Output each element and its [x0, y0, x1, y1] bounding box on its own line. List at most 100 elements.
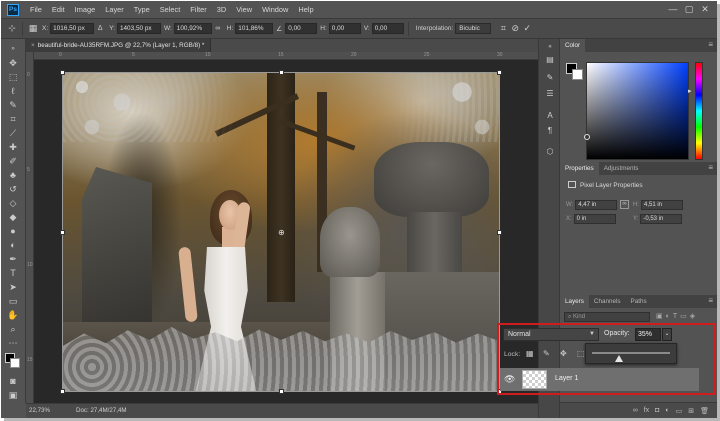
prop-height-input[interactable]: 4,51 in — [641, 200, 683, 210]
height-input[interactable]: 101,86% — [235, 23, 274, 34]
character-panel-icon[interactable]: A — [544, 109, 556, 121]
layer-filter-kind[interactable]: ⌕ Kind — [564, 312, 650, 322]
menu-layer[interactable]: Layer — [100, 5, 129, 14]
menu-image[interactable]: Image — [70, 5, 101, 14]
document-tab[interactable]: × beautiful-bride-AU35RFM.JPG @ 22,7% (La… — [26, 39, 211, 52]
close-button[interactable]: ✕ — [697, 3, 713, 15]
zoom-level[interactable]: 22,73% — [29, 404, 50, 418]
prop-y-input[interactable]: -0,53 in — [640, 214, 683, 224]
new-group-icon[interactable]: ▭ — [676, 407, 683, 415]
history-brush-tool-icon[interactable]: ↺ — [6, 183, 20, 195]
path-selection-tool-icon[interactable]: ➤ — [6, 281, 20, 293]
panel-menu-icon[interactable]: ≡ — [708, 162, 713, 174]
vertical-skew-input[interactable]: 0,00 — [371, 23, 404, 34]
link-dimensions-icon[interactable]: ∞ — [620, 200, 629, 209]
panel-menu-icon[interactable]: ≡ — [708, 39, 713, 51]
transform-handle[interactable] — [60, 389, 65, 394]
eraser-tool-icon[interactable]: ◇ — [6, 197, 20, 209]
transform-handle[interactable] — [60, 230, 65, 235]
strip-collapse-icon[interactable]: « — [544, 41, 556, 53]
shape-tool-icon[interactable]: ▭ — [6, 295, 20, 307]
eyedropper-tool-icon[interactable]: ⟋ — [6, 127, 20, 139]
commit-transform-icon[interactable]: ✓ — [521, 23, 533, 35]
toolbar-collapse-icon[interactable]: » — [6, 43, 20, 55]
background-color-swatch[interactable] — [572, 69, 583, 80]
type-tool-icon[interactable]: T — [6, 267, 20, 279]
tab-paths[interactable]: Paths — [626, 295, 652, 308]
color-picker-field[interactable] — [584, 62, 689, 160]
close-document-icon[interactable]: × — [31, 42, 35, 49]
pen-tool-icon[interactable]: ✒ — [6, 253, 20, 265]
zoom-tool-icon[interactable]: ⌕ — [6, 323, 20, 335]
document-size[interactable]: Doc: 27,4M/27,4M — [76, 404, 127, 418]
crop-tool-icon[interactable]: ⌗ — [6, 113, 20, 125]
prop-x-input[interactable]: 0 in — [573, 214, 616, 224]
x-position-input[interactable]: 1016,50 px — [50, 23, 95, 34]
color-panel-swatches[interactable] — [566, 63, 584, 81]
dodge-tool-icon[interactable]: ◐ — [6, 239, 20, 251]
add-mask-icon[interactable]: ◘ — [655, 407, 659, 414]
menu-filter[interactable]: Filter — [185, 5, 211, 14]
3d-panel-icon[interactable]: ⬡ — [544, 145, 556, 157]
menu-3d[interactable]: 3D — [212, 5, 231, 14]
cancel-transform-icon[interactable]: ⊘ — [509, 23, 521, 35]
quick-mask-icon[interactable]: ◙ — [6, 375, 20, 387]
panel-menu-icon[interactable]: ≡ — [708, 295, 713, 307]
quick-selection-tool-icon[interactable]: ✎ — [6, 99, 20, 111]
link-icon[interactable]: ∞ — [212, 23, 224, 35]
warp-icon[interactable]: ⌗ — [497, 23, 509, 35]
y-position-input[interactable]: 1403,50 px — [116, 23, 161, 34]
background-color-swatch[interactable] — [10, 358, 20, 368]
menu-window[interactable]: Window — [257, 5, 293, 14]
hand-tool-icon[interactable]: ✋ — [6, 309, 20, 321]
clone-stamp-tool-icon[interactable]: ♣ — [6, 169, 20, 181]
angle-input[interactable]: 0,00 — [285, 23, 318, 34]
brush-tool-icon[interactable]: ✐ — [6, 155, 20, 167]
paragraph-panel-icon[interactable]: ¶ — [544, 124, 556, 136]
history-panel-icon[interactable]: ▤ — [544, 53, 556, 65]
tab-color[interactable]: Color — [560, 39, 586, 52]
transform-tool-icon[interactable]: ⊹ — [6, 23, 18, 35]
width-input[interactable]: 100,92% — [173, 23, 212, 34]
minimize-button[interactable]: — — [665, 3, 681, 15]
canvas-area[interactable]: ⊕ — [34, 60, 538, 403]
menu-edit[interactable]: Edit — [47, 5, 70, 14]
more-tools-icon[interactable]: ⋯ — [6, 337, 20, 349]
paint-bucket-tool-icon[interactable]: ◆ — [6, 211, 20, 223]
layer-filter-icons[interactable]: ▣◐T▭◈ — [656, 312, 698, 320]
brush-settings-icon[interactable]: ✎ — [544, 71, 556, 83]
healing-brush-tool-icon[interactable]: ✚ — [6, 141, 20, 153]
tab-channels[interactable]: Channels — [589, 295, 626, 308]
tab-properties[interactable]: Properties — [560, 162, 599, 175]
menu-view[interactable]: View — [231, 5, 257, 14]
marquee-tool-icon[interactable]: ⬚ — [6, 71, 20, 83]
screen-mode-icon[interactable]: ▣ — [6, 389, 20, 401]
horizontal-skew-input[interactable]: 0,00 — [328, 23, 361, 34]
transform-handle[interactable] — [497, 70, 502, 75]
link-layers-icon[interactable]: ∞ — [633, 407, 638, 414]
adjustment-sliders-icon[interactable]: ☰ — [544, 87, 556, 99]
interpolation-select[interactable]: Bicubic — [455, 23, 492, 34]
layer-style-icon[interactable]: fx — [644, 407, 649, 414]
delete-layer-icon[interactable]: 🗑 — [700, 407, 709, 415]
transform-handle[interactable] — [279, 389, 284, 394]
transform-handle[interactable] — [497, 230, 502, 235]
new-layer-icon[interactable]: ⊞ — [688, 407, 694, 415]
blur-tool-icon[interactable]: ● — [6, 225, 20, 237]
lasso-tool-icon[interactable]: ℓ — [6, 85, 20, 97]
foreground-background-colors[interactable] — [5, 353, 21, 369]
menu-file[interactable]: File — [25, 5, 47, 14]
menu-type[interactable]: Type — [129, 5, 155, 14]
transform-handle[interactable] — [279, 70, 284, 75]
prop-width-input[interactable]: 4,47 in — [575, 200, 618, 210]
menu-select[interactable]: Select — [155, 5, 186, 14]
color-picker-ring[interactable] — [584, 134, 590, 140]
tab-layers[interactable]: Layers — [560, 295, 589, 308]
transform-center-icon[interactable]: ⊕ — [278, 228, 285, 237]
move-tool-icon[interactable]: ✥ — [6, 57, 20, 69]
adjustment-layer-icon[interactable]: ◐ — [665, 407, 669, 414]
maximize-button[interactable]: ▢ — [681, 3, 697, 15]
hue-slider-arrow-icon[interactable]: ▸ — [688, 87, 692, 95]
relative-position-icon[interactable]: Δ — [94, 23, 106, 35]
tab-adjustments[interactable]: Adjustments — [599, 162, 644, 175]
